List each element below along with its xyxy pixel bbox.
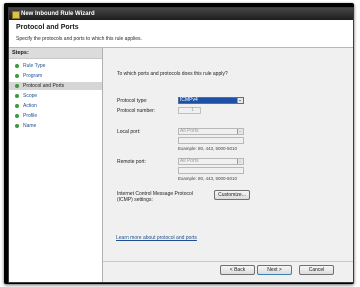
remote-port-select[interactable]: All Ports bbox=[178, 158, 244, 165]
step-bullet-icon bbox=[15, 64, 19, 68]
step-bullet-icon bbox=[15, 94, 19, 98]
step-profile[interactable]: Profile bbox=[9, 112, 102, 120]
step-bullet-icon bbox=[15, 124, 19, 128]
step-protocol-and-ports[interactable]: Protocol and Ports bbox=[9, 82, 102, 90]
steps-panel: Steps: Rule Type Program Protocol and Po… bbox=[9, 48, 103, 282]
step-bullet-icon bbox=[15, 84, 19, 88]
protocol-type-value: ICMPv4 bbox=[180, 97, 198, 103]
wizard-icon bbox=[12, 11, 20, 19]
step-label: Action bbox=[23, 103, 37, 109]
steps-heading: Steps: bbox=[9, 48, 102, 59]
learn-more-link[interactable]: Learn more about protocol and ports bbox=[116, 235, 197, 241]
question-text: To which ports and protocols does this r… bbox=[117, 71, 228, 77]
step-bullet-icon bbox=[15, 104, 19, 108]
step-rule-type[interactable]: Rule Type bbox=[9, 62, 102, 70]
step-label: Scope bbox=[23, 93, 38, 99]
step-label: Name bbox=[23, 123, 37, 129]
step-name[interactable]: Name bbox=[9, 122, 102, 130]
step-bullet-icon bbox=[15, 74, 19, 78]
icmp-label-line2: (ICMP) settings: bbox=[117, 197, 153, 203]
chevron-down-icon[interactable] bbox=[237, 129, 243, 134]
wizard-header: Protocol and Ports Specify the protocols… bbox=[9, 20, 353, 48]
main-content: To which ports and protocols does this r… bbox=[103, 48, 353, 260]
local-port-label: Local port: bbox=[117, 129, 141, 135]
protocol-number-value: 1 bbox=[191, 107, 194, 113]
cancel-button[interactable]: Cancel bbox=[299, 265, 334, 275]
step-bullet-icon bbox=[15, 114, 19, 118]
remote-port-input[interactable] bbox=[178, 167, 244, 174]
local-port-input[interactable] bbox=[178, 137, 244, 144]
remote-port-value: All Ports bbox=[180, 158, 199, 164]
local-port-value: All Ports bbox=[180, 128, 199, 134]
step-label: Rule Type bbox=[23, 63, 46, 69]
step-label: Protocol and Ports bbox=[23, 83, 65, 89]
footer-divider bbox=[103, 261, 353, 262]
protocol-type-label: Protocol type: bbox=[117, 98, 148, 104]
chevron-down-icon[interactable] bbox=[237, 98, 243, 103]
page-subtitle: Specify the protocols and ports to which… bbox=[16, 36, 142, 42]
step-scope[interactable]: Scope bbox=[9, 92, 102, 100]
page-title: Protocol and Ports bbox=[16, 24, 79, 31]
step-action[interactable]: Action bbox=[9, 102, 102, 110]
protocol-type-select[interactable]: ICMPv4 bbox=[178, 97, 244, 104]
title-bar[interactable]: New Inbound Rule Wizard bbox=[9, 8, 353, 20]
protocol-number-input[interactable]: 1 bbox=[178, 107, 201, 114]
chevron-down-icon[interactable] bbox=[237, 159, 243, 164]
local-port-example: Example: 80, 443, 5000-5010 bbox=[178, 146, 238, 151]
protocol-number-label: Protocol number: bbox=[117, 108, 156, 114]
step-program[interactable]: Program bbox=[9, 72, 102, 80]
step-label: Program bbox=[23, 73, 43, 79]
remote-port-label: Remote port: bbox=[117, 159, 146, 165]
window-title: New Inbound Rule Wizard bbox=[21, 11, 95, 17]
local-port-select[interactable]: All Ports bbox=[178, 128, 244, 135]
wizard-window: New Inbound Rule Wizard Protocol and Por… bbox=[8, 7, 354, 283]
remote-port-example: Example: 80, 443, 5000-5010 bbox=[178, 176, 238, 181]
step-label: Profile bbox=[23, 113, 38, 119]
customize-button[interactable]: Customize... bbox=[214, 190, 250, 200]
next-button[interactable]: Next > bbox=[257, 265, 292, 275]
back-button[interactable]: < Back bbox=[220, 265, 255, 275]
